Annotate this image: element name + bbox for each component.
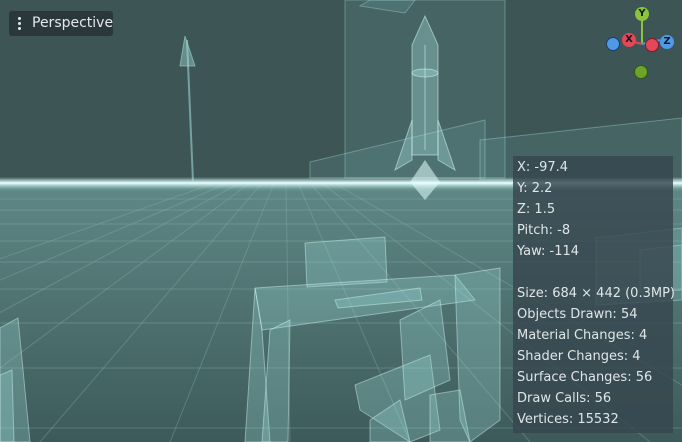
gizmo-neg-z-axis[interactable]: [606, 37, 620, 51]
viewport-menu-button[interactable]: Perspective: [9, 11, 113, 36]
objects-drawn-readout: Objects Drawn: 54: [517, 307, 638, 322]
gizmo-z-axis[interactable]: Z: [660, 35, 674, 49]
viewport-size-readout: Size: 684 × 442 (0.3MP): [517, 286, 675, 301]
performance-stats-panel: X: -97.4 Y: 2.2 Z: 1.5 Pitch: -8 Yaw: -1…: [513, 156, 675, 433]
gizmo-x-axis[interactable]: X: [622, 33, 636, 47]
3d-viewport[interactable]: Perspective Y X Z X: -97.4 Y: 2.2 Z: 1.5…: [0, 0, 682, 442]
material-changes-readout: Material Changes: 4: [517, 328, 648, 343]
camera-yaw-readout: Yaw: -114: [517, 244, 580, 259]
surface-changes-readout: Surface Changes: 56: [517, 370, 653, 385]
camera-z-readout: Z: 1.5: [517, 202, 556, 217]
camera-y-readout: Y: 2.2: [517, 181, 553, 196]
kebab-menu-icon: [17, 17, 23, 31]
draw-calls-readout: Draw Calls: 56: [517, 391, 612, 406]
orientation-gizmo[interactable]: Y X Z: [602, 4, 678, 82]
shader-changes-readout: Shader Changes: 4: [517, 349, 641, 364]
viewport-mode-label: Perspective: [32, 15, 114, 31]
gizmo-neg-x-axis[interactable]: [645, 38, 659, 52]
camera-x-readout: X: -97.4: [517, 160, 569, 175]
gizmo-neg-y-axis[interactable]: [634, 65, 648, 79]
gizmo-y-axis[interactable]: Y: [635, 7, 649, 21]
camera-pitch-readout: Pitch: -8: [517, 223, 571, 238]
vertices-readout: Vertices: 15532: [517, 412, 619, 427]
